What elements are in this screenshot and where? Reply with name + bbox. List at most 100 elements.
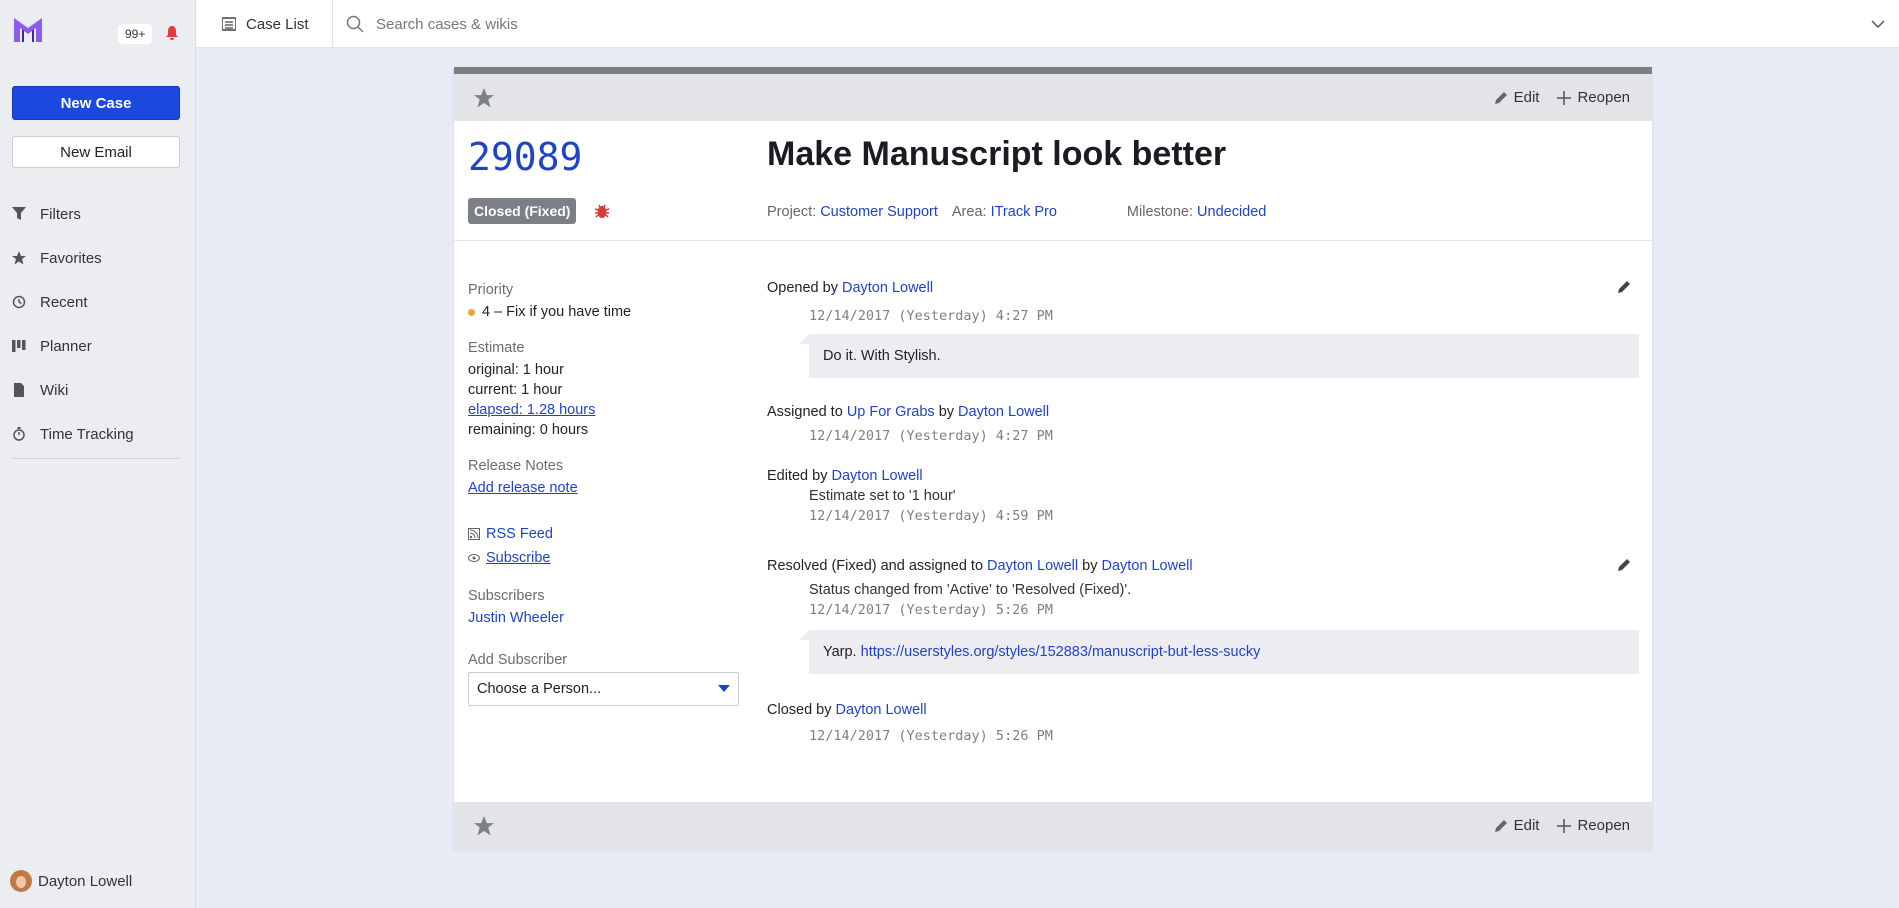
event-closed: Closed by Dayton Lowell 12/14/2017 (Yest… [767,700,1639,746]
sidebar: 99+ New Case New Email Filters Favorites… [0,0,196,908]
rss-feed-label: RSS Feed [486,526,553,542]
event-opened: Opened by Dayton Lowell 12/14/2017 (Yest… [767,278,1639,378]
edit-label: Edit [1513,817,1540,834]
event-timestamp: 12/14/2017 (Yesterday) 4:59 PM [809,508,1053,524]
search-input[interactable] [376,15,1276,33]
event-prefix: Resolved (Fixed) and assigned to [767,558,984,574]
priority-dot [468,308,475,316]
current-user[interactable]: Dayton Lowell [10,870,132,892]
sidebar-item-filters[interactable]: Filters [12,192,180,236]
rss-feed-link[interactable]: RSS Feed [468,522,738,546]
event-actor-link[interactable]: Dayton Lowell [836,702,927,718]
document-icon [14,383,24,397]
event-resolved: Resolved (Fixed) and assigned to Dayton … [767,556,1639,674]
event-timestamp: 12/14/2017 (Yesterday) 4:27 PM [809,428,1053,444]
reopen-button[interactable]: Reopen [1557,817,1630,834]
sidebar-divider [12,458,180,459]
event-target-link[interactable]: Up For Grabs [847,404,935,420]
plus-icon [1557,818,1572,833]
subscribe-link[interactable]: Subscribe [468,546,738,570]
list-icon [222,17,236,31]
sidebar-item-label: Time Tracking [40,425,134,443]
area-label: Area: [951,204,987,220]
event-comment: Do it. With Stylish. [799,334,1639,378]
event-change-text: Status changed from 'Active' to 'Resolve… [809,582,1132,598]
add-release-note-link[interactable]: Add release note [468,480,578,496]
star-icon[interactable] [474,87,494,108]
sidebar-item-recent[interactable]: Recent [12,280,180,324]
event-actor-link[interactable]: Dayton Lowell [832,468,923,484]
user-name: Dayton Lowell [38,872,133,890]
comment-link[interactable]: https://userstyles.org/styles/152883/man… [861,644,1261,660]
event-target-link[interactable]: Dayton Lowell [987,558,1078,574]
edit-label: Edit [1513,89,1540,106]
reopen-button[interactable]: Reopen [1557,89,1630,106]
priority-value[interactable]: 4 – Fix if you have time [468,302,738,322]
sidebar-item-label: Planner [40,337,92,355]
pencil-icon [1494,819,1507,832]
sidebar-item-time-tracking[interactable]: Time Tracking [12,412,180,456]
case-list-button[interactable]: Case List [196,0,333,48]
event-comment: Yarp. https://userstyles.org/styles/1528… [799,630,1639,674]
milestone-link[interactable]: Undecided [1197,204,1266,220]
event-prefix: Closed by [767,702,832,718]
case-meta: Project: Customer Support Area: ITrack P… [767,204,1266,220]
case-toolbar-bottom: Edit Reopen [454,802,1652,849]
filter-icon [12,207,26,220]
case-details-column: Priority 4 – Fix if you have time Estima… [468,282,739,724]
sidebar-item-label: Recent [40,293,88,311]
event-change-text: Estimate set to '1 hour' [809,488,956,504]
case-number[interactable]: 29089 [468,135,582,179]
rss-icon [468,528,480,540]
pencil-icon[interactable] [1617,280,1631,294]
event-assigned: Assigned to Up For Grabs by Dayton Lowel… [767,402,1639,446]
event-edited: Edited by Dayton Lowell Estimate set to … [767,466,1639,526]
reopen-label: Reopen [1577,817,1630,834]
caret-down-icon [718,685,730,692]
edit-button[interactable]: Edit [1494,817,1540,834]
planner-icon [12,340,26,352]
priority-label: Priority [468,282,514,298]
sidebar-nav: Filters Favorites Recent Planner Wiki Ti… [12,192,180,456]
subscriber-link[interactable]: Justin Wheeler [468,610,564,626]
choose-person-value: Choose a Person... [477,681,602,697]
estimate-remaining: remaining: 0 hours [468,422,589,438]
event-actor-link[interactable]: Dayton Lowell [1102,558,1193,574]
sidebar-item-planner[interactable]: Planner [12,324,180,368]
new-email-button[interactable]: New Email [12,136,180,168]
sidebar-item-label: Wiki [40,381,69,399]
event-timestamp: 12/14/2017 (Yesterday) 5:26 PM [809,602,1053,618]
stopwatch-icon [13,427,25,441]
estimate-original: original: 1 hour [468,362,564,378]
status-badge: Closed (Fixed) [468,198,577,224]
bell-icon[interactable] [164,25,180,41]
event-actor-link[interactable]: Dayton Lowell [842,280,933,296]
chevron-down-icon[interactable] [1871,17,1885,31]
release-notes-label: Release Notes [468,458,564,474]
project-link[interactable]: Customer Support [820,204,938,220]
bug-icon [594,204,610,218]
event-by: by [1082,558,1098,574]
area-link[interactable]: ITrack Pro [991,204,1057,220]
pencil-icon[interactable] [1617,558,1631,572]
pencil-icon [1494,91,1507,104]
case-title: Make Manuscript look better [767,135,1227,173]
history-icon [12,295,26,309]
event-by: by [938,404,955,420]
manuscript-logo-icon[interactable] [12,14,44,46]
event-actor-link[interactable]: Dayton Lowell [958,404,1049,420]
add-subscriber-label: Add Subscriber [468,652,568,668]
notification-count-badge[interactable]: 99+ [118,24,153,44]
comment-text: Yarp. [823,644,857,660]
sidebar-item-favorites[interactable]: Favorites [12,236,180,280]
sidebar-item-wiki[interactable]: Wiki [12,368,180,412]
estimate-elapsed-link[interactable]: elapsed: 1.28 hours [468,402,595,418]
case-header: 29089 Closed (Fixed) Make Manuscript loo… [454,121,1652,241]
star-icon [12,251,26,265]
choose-person-select[interactable]: Choose a Person... [468,672,739,706]
star-icon[interactable] [474,815,494,836]
subscribe-label: Subscribe [486,550,551,566]
edit-button[interactable]: Edit [1494,89,1540,106]
new-case-button[interactable]: New Case [12,86,180,120]
search-bar [346,0,1276,48]
